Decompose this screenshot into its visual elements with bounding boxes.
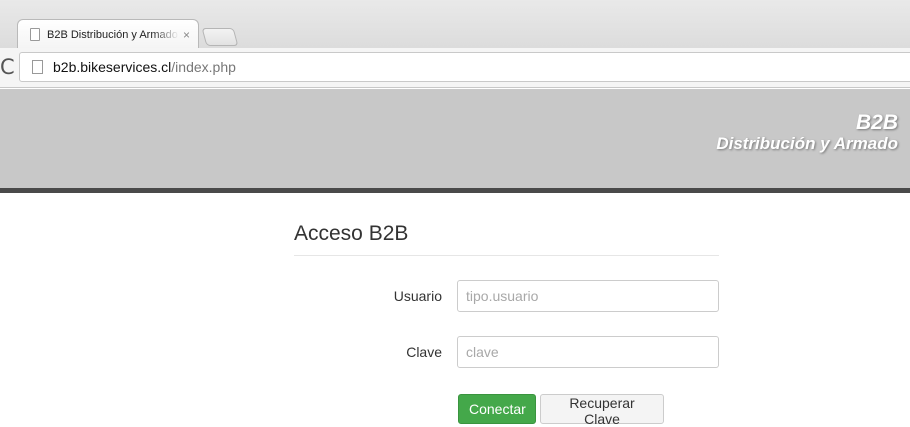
- brand-subtitle: Distribución y Armado: [716, 134, 898, 153]
- site-header: B2B Distribución y Armado: [0, 89, 910, 193]
- username-label: Usuario: [393, 288, 442, 304]
- close-icon[interactable]: ×: [183, 28, 190, 42]
- address-bar[interactable]: b2b.bikeservices.cl /index.php: [19, 52, 910, 82]
- page-icon: [32, 60, 43, 74]
- browser-tab-strip: B2B Distribución y Armado ×: [0, 0, 910, 49]
- url-host: b2b.bikeservices.cl: [53, 59, 172, 75]
- login-title: Acceso B2B: [294, 222, 409, 245]
- recover-password-button[interactable]: Recuperar Clave: [540, 394, 664, 427]
- reload-icon[interactable]: C: [0, 55, 15, 79]
- password-label: Clave: [406, 344, 442, 360]
- brand-title: B2B: [855, 111, 898, 134]
- divider: [294, 255, 719, 256]
- username-input[interactable]: [457, 280, 719, 312]
- url-path: /index.php: [171, 59, 236, 75]
- new-tab-button[interactable]: [201, 28, 239, 46]
- browser-toolbar: C b2b.bikeservices.cl /index.php: [0, 48, 910, 88]
- brand-logo: B2B Distribución y Armado: [716, 111, 898, 154]
- connect-button[interactable]: Conectar: [458, 394, 536, 424]
- document-icon: [30, 28, 40, 41]
- browser-tab[interactable]: B2B Distribución y Armado ×: [17, 19, 199, 49]
- tab-title: B2B Distribución y Armado: [47, 28, 178, 41]
- password-input[interactable]: [457, 336, 719, 368]
